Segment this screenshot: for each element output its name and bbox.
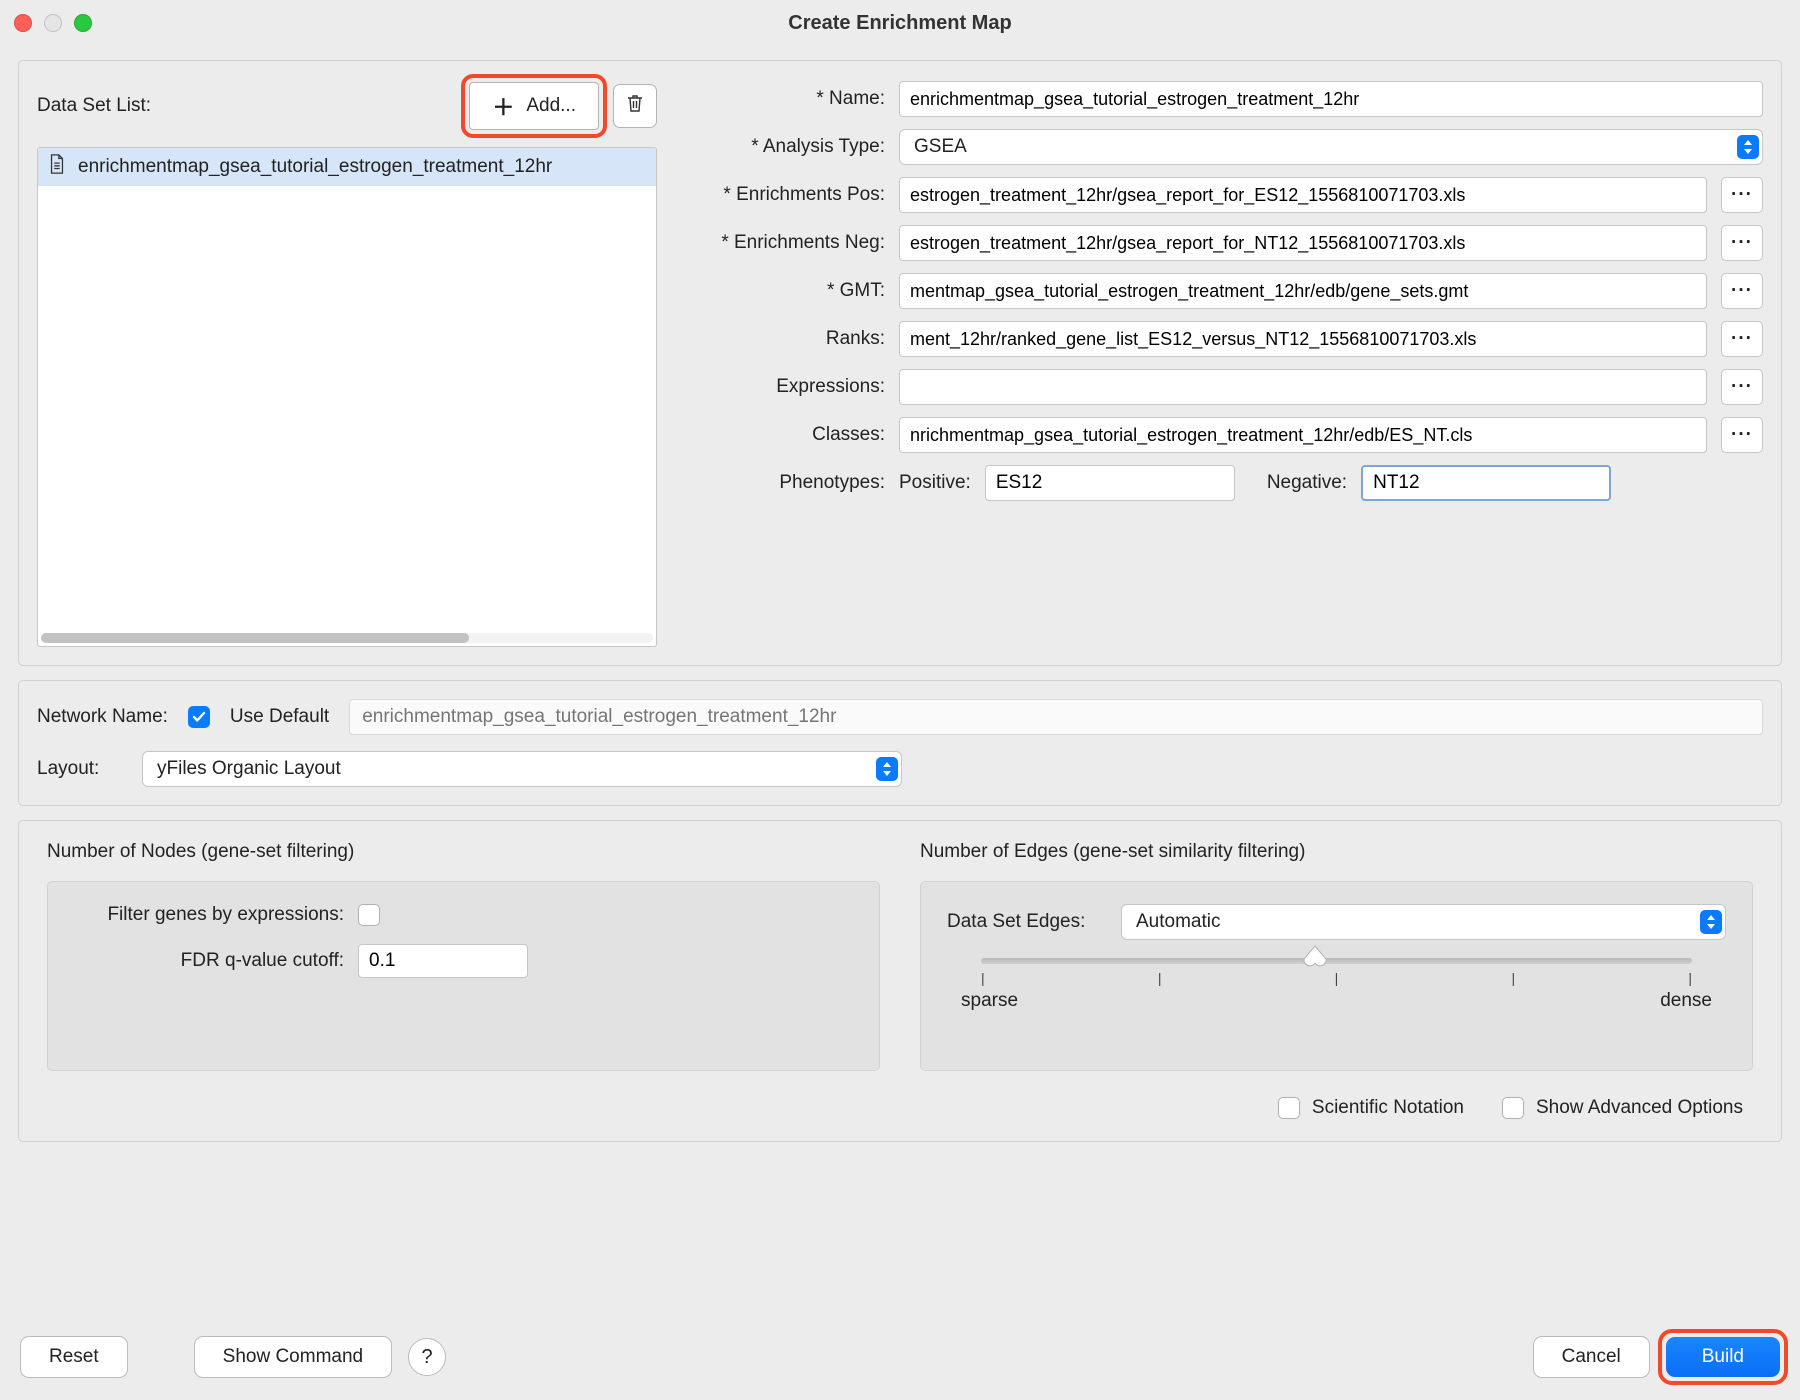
enrich-neg-browse-button[interactable]: ··· xyxy=(1721,225,1763,261)
titlebar: Create Enrichment Map xyxy=(0,0,1800,46)
filter-genes-checkbox[interactable] xyxy=(358,904,380,926)
phenotype-neg-label: Negative: xyxy=(1267,472,1347,494)
advanced-options-label: Show Advanced Options xyxy=(1536,1097,1743,1119)
similarity-slider[interactable] xyxy=(981,958,1692,964)
check-icon xyxy=(192,710,206,724)
dataset-list-item[interactable]: enrichmentmap_gsea_tutorial_estrogen_tre… xyxy=(38,148,656,186)
dropdown-arrow-icon xyxy=(1737,135,1759,159)
slider-thumb[interactable] xyxy=(1302,944,1328,970)
advanced-options-checkbox[interactable] xyxy=(1502,1097,1524,1119)
ranks-input[interactable] xyxy=(899,321,1707,357)
filter-genes-label: Filter genes by expressions: xyxy=(74,904,344,926)
enrich-neg-input[interactable] xyxy=(899,225,1707,261)
layout-value: yFiles Organic Layout xyxy=(157,758,341,780)
phenotype-pos-label: Positive: xyxy=(899,472,971,494)
sci-notation-label: Scientific Notation xyxy=(1312,1097,1464,1119)
window-title: Create Enrichment Map xyxy=(0,12,1800,35)
nodes-filter-title: Number of Nodes (gene-set filtering) xyxy=(47,841,880,863)
sci-notation-checkbox[interactable] xyxy=(1278,1097,1300,1119)
name-label: * Name: xyxy=(675,88,885,110)
gmt-label: * GMT: xyxy=(675,280,885,302)
analysis-type-select[interactable]: GSEA xyxy=(899,129,1763,165)
edges-select-value: Automatic xyxy=(1136,911,1220,933)
layout-label: Layout: xyxy=(37,758,122,780)
dropdown-arrow-icon xyxy=(1700,910,1722,934)
network-name-label: Network Name: xyxy=(37,706,168,728)
network-name-input xyxy=(349,699,1763,735)
plus-icon: ＋ xyxy=(492,90,514,122)
enrich-pos-label: * Enrichments Pos: xyxy=(675,184,885,206)
slider-label-sparse: sparse xyxy=(961,990,1018,1012)
edges-select[interactable]: Automatic xyxy=(1121,904,1726,940)
phenotype-pos-input[interactable] xyxy=(985,465,1235,501)
edges-filter-panel: Data Set Edges: Automatic xyxy=(920,881,1753,1071)
use-default-checkbox[interactable] xyxy=(188,706,210,728)
trash-icon xyxy=(626,93,644,119)
add-dataset-button[interactable]: ＋ Add... xyxy=(469,82,599,130)
delete-dataset-button[interactable] xyxy=(613,84,657,128)
datasets-pane: Data Set List: ＋ Add... xyxy=(18,60,1782,666)
layout-select[interactable]: yFiles Organic Layout xyxy=(142,751,902,787)
slider-ticks: ||||| xyxy=(981,970,1692,986)
classes-label: Classes: xyxy=(675,424,885,446)
dataset-list[interactable]: enrichmentmap_gsea_tutorial_estrogen_tre… xyxy=(37,147,657,647)
help-button[interactable]: ? xyxy=(408,1338,446,1376)
use-default-label: Use Default xyxy=(230,706,329,728)
dataset-list-scrollbar[interactable] xyxy=(41,633,653,643)
phenotypes-label: Phenotypes: xyxy=(675,472,885,494)
fdr-input[interactable] xyxy=(358,944,528,978)
gmt-browse-button[interactable]: ··· xyxy=(1721,273,1763,309)
expressions-input[interactable] xyxy=(899,369,1707,405)
name-input[interactable] xyxy=(899,81,1763,117)
gmt-input[interactable] xyxy=(899,273,1707,309)
classes-browse-button[interactable]: ··· xyxy=(1721,417,1763,453)
reset-button[interactable]: Reset xyxy=(20,1336,128,1378)
nodes-filter-panel: Filter genes by expressions: FDR q-value… xyxy=(47,881,880,1071)
expressions-browse-button[interactable]: ··· xyxy=(1721,369,1763,405)
filtering-pane: Number of Nodes (gene-set filtering) Fil… xyxy=(18,820,1782,1142)
enrich-pos-input[interactable] xyxy=(899,177,1707,213)
document-icon xyxy=(48,154,66,180)
build-button[interactable]: Build xyxy=(1666,1337,1780,1377)
ranks-browse-button[interactable]: ··· xyxy=(1721,321,1763,357)
edges-filter-title: Number of Edges (gene-set similarity fil… xyxy=(920,841,1753,863)
network-pane: Network Name: Use Default Layout: yFiles… xyxy=(18,680,1782,806)
analysis-type-value: GSEA xyxy=(914,136,967,158)
fdr-label: FDR q-value cutoff: xyxy=(74,950,344,972)
dataset-list-item-label: enrichmentmap_gsea_tutorial_estrogen_tre… xyxy=(78,156,552,178)
classes-input[interactable] xyxy=(899,417,1707,453)
cancel-button[interactable]: Cancel xyxy=(1533,1336,1650,1378)
phenotype-neg-input[interactable] xyxy=(1361,465,1611,501)
show-command-button[interactable]: Show Command xyxy=(194,1336,392,1378)
ranks-label: Ranks: xyxy=(675,328,885,350)
enrich-pos-browse-button[interactable]: ··· xyxy=(1721,177,1763,213)
slider-label-dense: dense xyxy=(1660,990,1712,1012)
expressions-label: Expressions: xyxy=(675,376,885,398)
bottom-bar: Reset Show Command ? Cancel Build xyxy=(0,1314,1800,1400)
analysis-type-label: * Analysis Type: xyxy=(675,136,885,158)
enrich-neg-label: * Enrichments Neg: xyxy=(675,232,885,254)
dropdown-arrow-icon xyxy=(876,757,898,781)
add-dataset-label: Add... xyxy=(526,95,576,117)
edges-select-label: Data Set Edges: xyxy=(947,911,1107,933)
dataset-list-label: Data Set List: xyxy=(37,95,151,117)
